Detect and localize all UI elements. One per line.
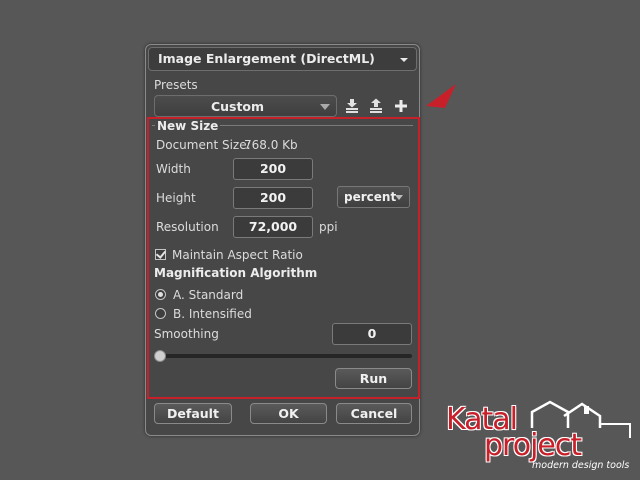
width-label: Width [156, 162, 191, 176]
cancel-button[interactable]: Cancel [336, 403, 412, 424]
resolution-label: Resolution [156, 220, 219, 234]
default-button[interactable]: Default [154, 403, 232, 424]
chevron-down-icon [320, 104, 330, 110]
checkmark-icon [155, 248, 167, 259]
smoothing-label: Smoothing [154, 327, 219, 341]
smoothing-slider-thumb[interactable] [154, 350, 166, 362]
ok-button[interactable]: OK [250, 403, 327, 424]
smoothing-input[interactable]: 0 [332, 323, 412, 345]
algorithm-standard-label[interactable]: A. Standard [173, 288, 243, 302]
callout-arrow-icon [426, 84, 456, 108]
save-preset-icon[interactable] [344, 98, 360, 114]
dialog-title: Image Enlargement (DirectML) [158, 51, 375, 66]
unit-dropdown[interactable]: percent [337, 186, 410, 208]
maintain-aspect-label[interactable]: Maintain Aspect Ratio [172, 248, 303, 262]
resolution-input[interactable]: 72,000 [233, 216, 313, 238]
algorithm-title: Magnification Algorithm [154, 266, 318, 280]
presets-dropdown-value: Custom [210, 99, 265, 114]
height-label: Height [156, 191, 196, 205]
watermark-line2: project [484, 428, 582, 463]
load-preset-icon[interactable] [368, 98, 384, 114]
document-size-value: 768.0 Kb [244, 138, 298, 152]
unit-dropdown-value: percent [344, 190, 397, 204]
dialog-titlebar[interactable]: Image Enlargement (DirectML) [148, 47, 417, 71]
height-input[interactable]: 200 [233, 187, 313, 209]
add-preset-icon[interactable] [393, 98, 409, 114]
algorithm-standard-radio[interactable] [155, 289, 166, 300]
width-input[interactable]: 200 [233, 158, 313, 180]
chevron-down-icon [395, 195, 403, 200]
watermark-tagline: modern design tools [532, 460, 630, 471]
new-size-title: New Size [155, 119, 221, 133]
watermark-logo: Katal project modern design tools [446, 398, 636, 476]
presets-label: Presets [154, 78, 198, 92]
radio-selected-dot [158, 292, 163, 297]
maintain-aspect-checkbox[interactable] [155, 248, 167, 260]
document-size-label: Document Size: [156, 138, 251, 152]
canvas-background: Image Enlargement (DirectML) Presets Cus… [0, 0, 640, 480]
algorithm-intensified-label[interactable]: B. Intensified [173, 307, 252, 321]
panel-menu-icon[interactable] [400, 58, 408, 62]
presets-dropdown[interactable]: Custom [154, 95, 337, 117]
smoothing-slider-track[interactable] [158, 354, 412, 358]
run-button[interactable]: Run [335, 368, 412, 389]
algorithm-intensified-radio[interactable] [155, 308, 166, 319]
resolution-unit: ppi [319, 220, 338, 234]
image-enlargement-dialog: Image Enlargement (DirectML) Presets Cus… [145, 44, 420, 436]
